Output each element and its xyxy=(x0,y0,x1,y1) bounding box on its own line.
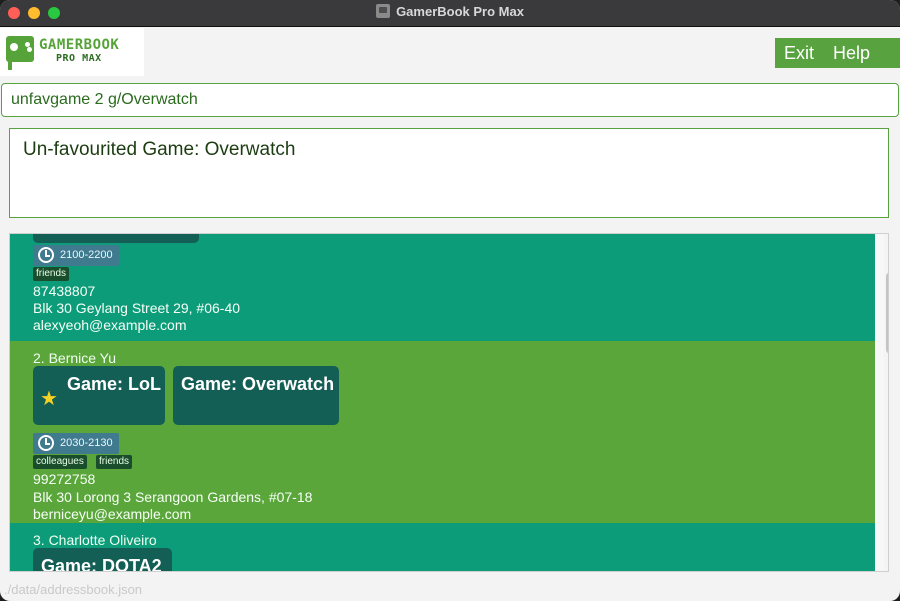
game-label: Game: DOTA2 xyxy=(41,556,162,572)
game-box: Game: Overwatch xyxy=(173,366,339,425)
email: alexyeoh@example.com xyxy=(33,317,187,333)
star-icon: ★ xyxy=(40,388,58,410)
scroll-up-icon[interactable]: ▲ xyxy=(886,234,888,244)
menu-help[interactable]: Help xyxy=(833,43,870,64)
menu-bar: Exit Help xyxy=(775,38,900,68)
tag: colleagues xyxy=(33,455,87,469)
window-title-text: GamerBook Pro Max xyxy=(396,4,524,19)
logo-subtitle: PRO MAX xyxy=(56,53,102,64)
command-input[interactable]: unfavgame 2 g/Overwatch xyxy=(1,83,899,117)
address: Blk 30 Lorong 3 Serangoon Gardens, #07-1… xyxy=(33,489,313,505)
gamepad-icon xyxy=(6,36,34,62)
result-text: Un-favourited Game: Overwatch xyxy=(23,139,296,160)
list-scrollbar[interactable]: ▲ ▼ xyxy=(884,234,888,571)
person-name: 3. Charlotte Oliveiro xyxy=(33,532,157,548)
status-bar-path: ./data/addressbook.json xyxy=(4,582,143,597)
tag: friends xyxy=(96,455,133,469)
phone: 87438807 xyxy=(33,283,96,299)
window-title: GamerBook Pro Max xyxy=(0,4,900,19)
game-box: ★ Game: LoL xyxy=(33,366,165,425)
email: berniceyu@example.com xyxy=(33,506,192,522)
person-card[interactable]: 2. Bernice Yu ★ Game: LoL Game: Overwatc… xyxy=(10,341,875,523)
app-window: GamerBook Pro Max GAMERBOOK PRO MAX Exit… xyxy=(0,0,900,601)
tag: friends xyxy=(33,267,70,281)
person-card[interactable]: 3. Charlotte Oliveiro Game: DOTA2 xyxy=(10,523,875,572)
game-box xyxy=(33,234,199,243)
game-box: Game: DOTA2 xyxy=(33,548,172,572)
time-label: 2030-2130 xyxy=(60,437,113,449)
game-label: Game: Overwatch xyxy=(181,374,335,394)
person-card[interactable]: 2100-2200 friends 87438807 Blk 30 Geylan… xyxy=(10,234,875,341)
time-chip: 2030-2130 xyxy=(33,433,119,454)
scroll-thumb[interactable] xyxy=(886,272,888,354)
result-display: Un-favourited Game: Overwatch xyxy=(9,128,889,218)
logo-title: GAMERBOOK xyxy=(39,37,120,53)
time-label: 2100-2200 xyxy=(60,249,113,261)
menu-exit[interactable]: Exit xyxy=(784,43,814,64)
phone: 99272758 xyxy=(33,471,96,487)
time-chip: 2100-2200 xyxy=(33,245,119,266)
person-name: 2. Bernice Yu xyxy=(33,350,117,366)
app-icon xyxy=(376,4,391,18)
clock-icon xyxy=(38,247,54,263)
title-bar: GamerBook Pro Max xyxy=(0,0,900,27)
app-logo: GAMERBOOK PRO MAX xyxy=(0,28,144,76)
scroll-down-icon[interactable]: ▼ xyxy=(886,561,888,571)
logo-stem xyxy=(8,62,12,70)
clock-icon xyxy=(38,435,54,451)
game-label: Game: LoL xyxy=(67,374,162,394)
address: Blk 30 Geylang Street 29, #06-40 xyxy=(33,300,241,316)
person-list[interactable]: 2100-2200 friends 87438807 Blk 30 Geylan… xyxy=(9,233,889,572)
